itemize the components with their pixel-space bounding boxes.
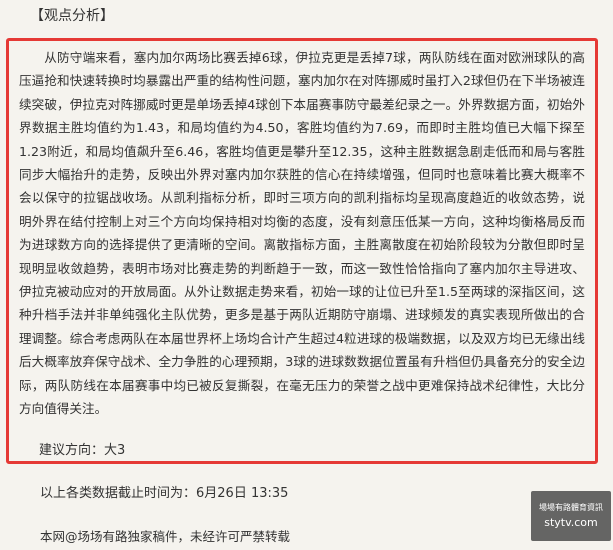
article-page: 【观点分析】 从防守端来看，塞内加尔两场比赛丢掉6球，伊拉克更是丢掉7球，两队防… [0,0,613,550]
copyright-notice: 本网@场场有路独家稿件，未经许可严禁转载 [40,529,291,544]
watermark-top-text: 場場有路體育資訊 [539,503,603,512]
section-title: 【观点分析】 [30,8,114,24]
advice-direction: 建议方向：大3 [39,443,126,458]
analysis-box: 从防守端来看，塞内加尔两场比赛丢掉6球，伊拉克更是丢掉7球，两队防线在面对欧洲球… [6,38,598,464]
watermark-domain: stytv.com [544,516,598,529]
data-cutoff-time: 以上各类数据截止时间为：6月26日 13:35 [40,486,289,501]
analysis-body-text: 从防守端来看，塞内加尔两场比赛丢掉6球，伊拉克更是丢掉7球，两队防线在面对欧洲球… [19,50,585,417]
site-watermark: 場場有路體育資訊 stytv.com [531,491,611,541]
